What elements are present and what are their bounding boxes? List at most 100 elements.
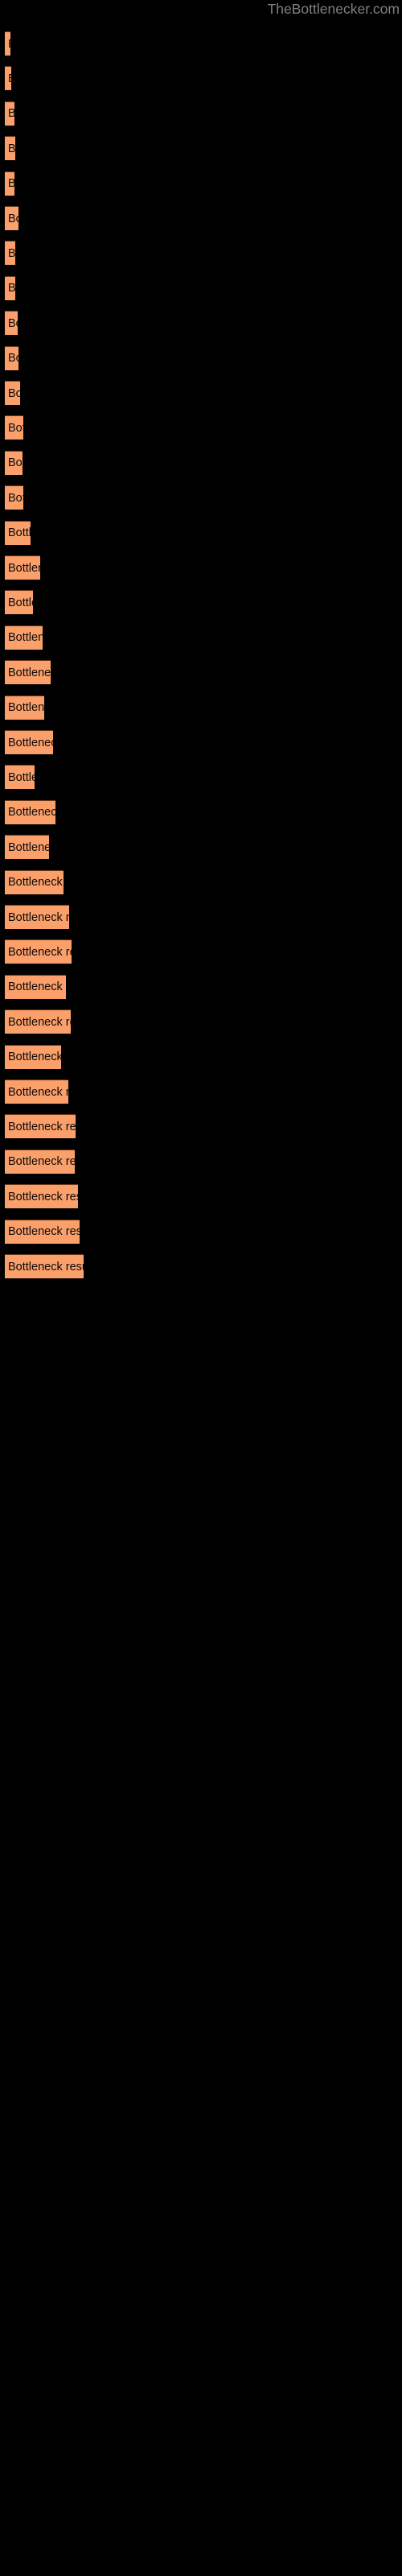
bar[interactable]: Bottleneck result [5,381,20,405]
bar[interactable]: Bottleneck result [5,1149,75,1174]
bar-label: Bottleneck result [8,840,49,854]
bar-row: Bottleneck result [0,974,402,1000]
bar-label: Bottleneck result [8,1260,84,1274]
bar[interactable]: Bottleneck result [5,66,11,91]
bar-label: Bottleneck result [8,1225,80,1239]
bar[interactable]: Bottleneck result [5,171,14,196]
bar[interactable]: Bottleneck result [5,101,14,126]
bar-row: Bottleneck result [0,1254,402,1279]
bar-label: Bottleneck result [8,806,55,819]
bar-row: Bottleneck result [0,799,402,825]
bar-label: Bottleneck result [8,910,69,924]
bar[interactable]: Bottleneck result [5,1184,78,1209]
bar-row: Bottleneck result [0,1219,402,1245]
bar[interactable]: Bottleneck result [5,730,53,754]
bar[interactable]: Bottleneck result [5,1114,76,1139]
bar-label: Bottleneck result [8,1155,75,1169]
bar[interactable]: Bottleneck result [5,835,49,860]
bar[interactable]: Bottleneck result [5,555,40,580]
bar-label: Bottleneck result [8,316,18,330]
site-title: TheBottlenecker.com [267,1,400,17]
bar-row: Bottleneck result [0,415,402,440]
bar-row: Bottleneck result [0,136,402,161]
bar-row: Bottleneck result [0,381,402,406]
bar-label: Bottleneck result [8,456,23,470]
bar-label: Bottleneck result [8,561,40,575]
bar-row: Bottleneck result [0,241,402,266]
bar-row: Bottleneck result [0,450,402,476]
bar-label: Bottleneck result [8,38,10,51]
bar[interactable]: Bottleneck result [5,625,43,650]
bar-row: Bottleneck result [0,869,402,895]
bar-row: Bottleneck result [0,939,402,964]
bar-label: Bottleneck result [8,177,14,190]
bar-row: Bottleneck result [0,555,402,580]
bar[interactable]: Bottleneck result [5,415,23,440]
bar-label: Bottleneck result [8,736,53,749]
bar-row: Bottleneck result [0,1114,402,1139]
bar-label: Bottleneck result [8,1051,61,1064]
bar-row: Bottleneck result [0,695,402,720]
chart-plot-area: Bottleneck result Bottleneck result Bottle… [0,21,402,2576]
bar[interactable]: Bottleneck result [5,311,18,336]
bar[interactable]: Bottleneck result [5,1219,80,1244]
bottleneck-chart-root: TheBottlenecker.com Bottleneck resultBot… [0,0,402,2576]
bar-row: Bottleneck result [0,66,402,91]
bar-row: Bottleneck result [0,31,402,56]
bar[interactable]: Bottleneck result [5,1044,61,1069]
bar-label: Bottleneck result [8,526,31,540]
bar[interactable]: Bottleneck result [5,31,10,56]
bar-label: Bottleneck result [8,945,72,959]
bar-row: Bottleneck result [0,485,402,510]
bar[interactable]: Bottleneck result [5,1009,71,1034]
bar-row: Bottleneck result [0,206,402,231]
bar[interactable]: Bottleneck result [5,765,35,790]
bar[interactable]: Bottleneck result [5,905,69,929]
bar-row: Bottleneck result [0,345,402,371]
bar-label: Bottleneck result [8,282,15,295]
bar[interactable]: Bottleneck result [5,485,23,510]
bar-row: Bottleneck result [0,275,402,301]
bar-row: Bottleneck result [0,730,402,755]
bar-label: Bottleneck result [8,596,33,609]
bar[interactable]: Bottleneck result [5,695,44,720]
bar[interactable]: Bottleneck result [5,206,18,230]
bar-label: Bottleneck result [8,876,64,890]
bar-label: Bottleneck result [8,246,15,260]
bar-row: Bottleneck result [0,905,402,930]
bar-label: Bottleneck result [8,72,11,85]
bar-row: Bottleneck result [0,1009,402,1034]
bar-row: Bottleneck result [0,520,402,546]
bar-row: Bottleneck result [0,835,402,860]
bar[interactable]: Bottleneck result [5,974,66,999]
bar[interactable]: Bottleneck result [5,939,72,964]
bar-row: Bottleneck result [0,171,402,196]
bar-row: Bottleneck result [0,1044,402,1070]
bar-row: Bottleneck result [0,765,402,790]
bar[interactable]: Bottleneck result [5,241,15,266]
bar-label: Bottleneck result [8,386,20,400]
bar[interactable]: Bottleneck result [5,1080,68,1104]
bar[interactable]: Bottleneck result [5,660,51,685]
bar-label: Bottleneck result [8,491,23,505]
bar-label: Bottleneck result [8,352,18,365]
bar[interactable]: Bottleneck result [5,136,15,161]
bar-row: Bottleneck result [0,1149,402,1174]
bar-row: Bottleneck result [0,625,402,650]
bar[interactable]: Bottleneck result [5,275,15,300]
bar[interactable]: Bottleneck result [5,1254,84,1278]
bar-row: Bottleneck result [0,660,402,685]
bar[interactable]: Bottleneck result [5,869,64,894]
bar-label: Bottleneck result [8,212,18,225]
bar[interactable]: Bottleneck result [5,799,55,824]
bar[interactable]: Bottleneck result [5,450,23,475]
bar-label: Bottleneck result [8,701,44,715]
bar-label: Bottleneck result [8,1120,76,1133]
bar-label: Bottleneck result [8,142,15,155]
bar[interactable]: Bottleneck result [5,520,31,545]
bar[interactable]: Bottleneck result [5,590,33,615]
bar-label: Bottleneck result [8,1190,78,1203]
bar-row: Bottleneck result [0,1080,402,1104]
bar-label: Bottleneck result [8,980,66,994]
bar[interactable]: Bottleneck result [5,345,18,370]
